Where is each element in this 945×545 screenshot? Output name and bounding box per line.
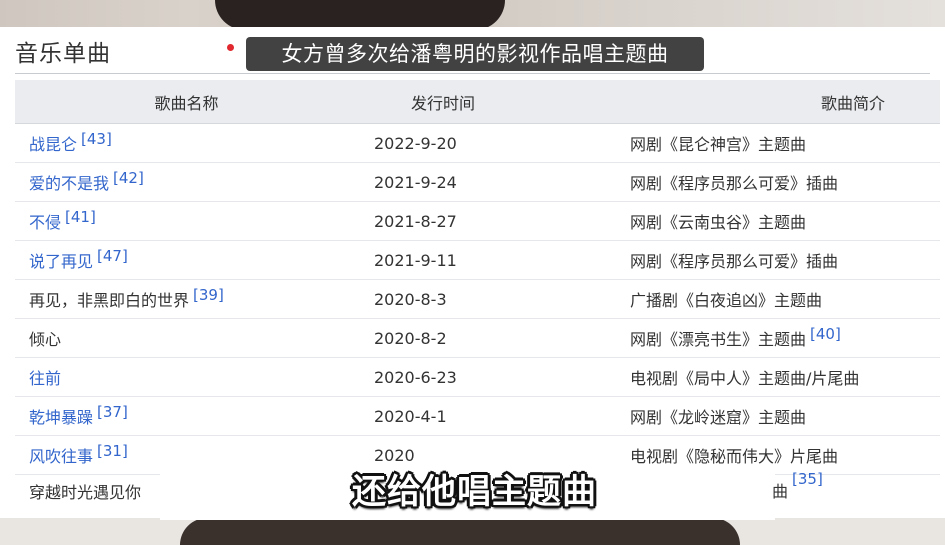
bottom-subtitle-caption: 还给他唱主题曲	[352, 472, 597, 512]
table-row: 再见，非黑即白的世界 [39] 2020-8-3 广播剧《白夜追凶》主题曲	[15, 279, 940, 319]
song-intro-cell: 网剧《程序员那么可爱》插曲	[612, 162, 940, 202]
song-name-link[interactable]: 爱的不是我	[29, 174, 109, 193]
section-title: 音乐单曲	[15, 41, 111, 67]
song-name-link: 再见，非黑即白的世界	[29, 291, 190, 310]
table-header-row: 歌曲名称 发行时间 歌曲简介	[15, 80, 940, 124]
header-song-intro: 歌曲简介	[612, 80, 940, 124]
song-intro-text: 网剧《龙岭迷窟》主题曲	[630, 408, 807, 427]
citation-ref[interactable]: [43]	[81, 130, 112, 148]
header-song-name: 歌曲名称	[15, 80, 359, 124]
last-row-intro-ref[interactable]: [35]	[792, 470, 823, 488]
release-date-cell: 2022-9-20	[359, 123, 612, 163]
video-background-jacket	[180, 518, 740, 545]
song-name-cell: 说了再见 [47]	[15, 240, 359, 280]
music-singles-panel: 音乐单曲 歌曲名称 发行时间 歌曲简介 战昆仑 [43] 2022-9-20 网剧《昆…	[0, 27, 945, 519]
table-row: 说了再见 [47] 2021-9-11 网剧《程序员那么可爱》插曲	[15, 240, 940, 280]
song-name-cell: 爱的不是我 [42]	[15, 162, 359, 202]
song-intro-cell: 网剧《云南虫谷》主题曲	[612, 201, 940, 241]
song-intro-text: 网剧《漂亮书生》主题曲	[630, 330, 807, 349]
header-release-date: 发行时间	[359, 80, 612, 124]
section-divider	[15, 73, 930, 74]
table-row: 往前 2020-6-23 电视剧《局中人》主题曲/片尾曲	[15, 357, 940, 397]
table-row: 乾坤暴躁 [37] 2020-4-1 网剧《龙岭迷窟》主题曲	[15, 396, 940, 436]
live-dot-icon	[227, 44, 234, 51]
song-name-cell: 乾坤暴躁 [37]	[15, 396, 359, 436]
song-name-cell: 战昆仑 [43]	[15, 123, 359, 163]
release-date-cell: 2020-8-3	[359, 279, 612, 319]
release-date-cell: 2020-8-2	[359, 318, 612, 358]
song-intro-text: 网剧《程序员那么可爱》插曲	[630, 252, 839, 271]
song-intro-text: 电视剧《局中人》主题曲/片尾曲	[630, 369, 860, 388]
song-intro-cell: 网剧《漂亮书生》主题曲 [40]	[612, 318, 940, 358]
song-name-cell: 不侵 [41]	[15, 201, 359, 241]
last-row-intro-tail: 曲	[772, 482, 789, 501]
citation-ref[interactable]: [47]	[97, 247, 128, 265]
song-name-cell: 倾心	[15, 318, 359, 358]
last-row-song-name: 穿越时光遇见你	[29, 483, 142, 502]
release-date-cell: 2021-8-27	[359, 201, 612, 241]
citation-ref[interactable]: [42]	[113, 169, 144, 187]
table-row: 爱的不是我 [42] 2021-9-24 网剧《程序员那么可爱》插曲	[15, 162, 940, 202]
song-intro-text: 广播剧《白夜追凶》主题曲	[630, 291, 823, 310]
song-intro-cell: 广播剧《白夜追凶》主题曲	[612, 279, 940, 319]
song-name-cell: 再见，非黑即白的世界 [39]	[15, 279, 359, 319]
table-row: 倾心 2020-8-2 网剧《漂亮书生》主题曲 [40]	[15, 318, 940, 358]
release-date-cell: 2020-6-23	[359, 357, 612, 397]
song-intro-text: 网剧《云南虫谷》主题曲	[630, 213, 807, 232]
citation-ref[interactable]: [41]	[65, 208, 96, 226]
song-name-link: 倾心	[29, 330, 62, 349]
song-name-link[interactable]: 战昆仑	[29, 135, 77, 154]
song-name-link[interactable]: 风吹往事	[29, 447, 93, 466]
release-date-cell: 2021-9-24	[359, 162, 612, 202]
table-row: 战昆仑 [43] 2022-9-20 网剧《昆仑神宫》主题曲	[15, 123, 940, 163]
songs-table: 歌曲名称 发行时间 歌曲简介 战昆仑 [43] 2022-9-20 网剧《昆仑神宫》主…	[15, 80, 940, 475]
song-name-link[interactable]: 乾坤暴躁	[29, 408, 93, 427]
release-date-cell: 2020-4-1	[359, 396, 612, 436]
song-name-link[interactable]: 往前	[29, 369, 61, 388]
top-subtitle-caption: 女方曾多次给潘粤明的影视作品唱主题曲	[246, 37, 704, 71]
citation-ref[interactable]: [40]	[810, 325, 841, 343]
video-background-person	[215, 0, 505, 30]
song-name-link[interactable]: 说了再见	[29, 252, 93, 271]
song-name-cell: 风吹往事 [31]	[15, 435, 359, 475]
song-intro-cell: 网剧《龙岭迷窟》主题曲	[612, 396, 940, 436]
song-intro-cell: 网剧《昆仑神宫》主题曲	[612, 123, 940, 163]
song-intro-text: 电视剧《隐秘而伟大》片尾曲	[630, 447, 839, 466]
citation-ref[interactable]: [31]	[97, 442, 128, 460]
song-intro-text: 网剧《昆仑神宫》主题曲	[630, 135, 807, 154]
release-date-cell: 2021-9-11	[359, 240, 612, 280]
song-intro-cell: 电视剧《隐秘而伟大》片尾曲	[612, 435, 940, 475]
song-intro-cell: 电视剧《局中人》主题曲/片尾曲	[612, 357, 940, 397]
citation-ref[interactable]: [37]	[97, 403, 128, 421]
citation-ref[interactable]: [39]	[193, 286, 224, 304]
table-row: 不侵 [41] 2021-8-27 网剧《云南虫谷》主题曲	[15, 201, 940, 241]
song-name-cell: 往前	[15, 357, 359, 397]
song-intro-text: 网剧《程序员那么可爱》插曲	[630, 174, 839, 193]
song-name-link[interactable]: 不侵	[29, 213, 61, 232]
song-intro-cell: 网剧《程序员那么可爱》插曲	[612, 240, 940, 280]
